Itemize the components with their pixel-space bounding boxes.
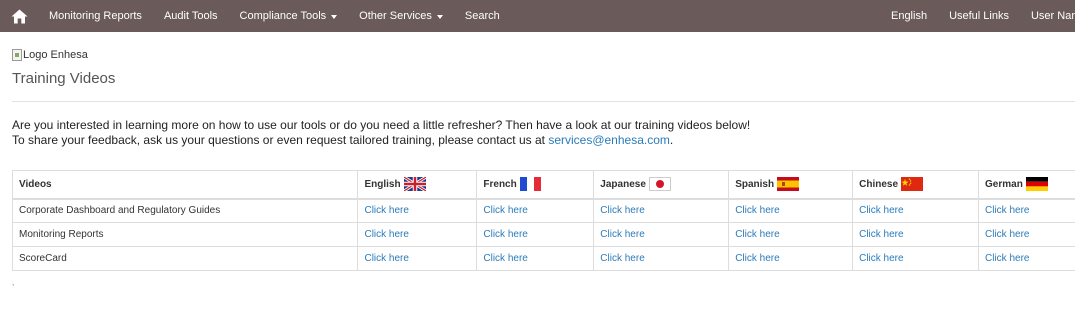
nav-right-group: English Useful Links User Nar xyxy=(880,0,1075,32)
click-here-link-german[interactable]: Click here xyxy=(985,205,1029,216)
nav-other-services-label: Other Services xyxy=(359,10,432,22)
header-chinese: Chinese xyxy=(852,170,980,200)
click-here-link-german[interactable]: Click here xyxy=(985,229,1029,240)
intro-line-2-suffix: . xyxy=(669,133,674,147)
intro-line-2: To share your feedback, ask us your ques… xyxy=(12,133,750,148)
intro-line-2-prefix: To share your feedback, ask us your ques… xyxy=(12,133,549,147)
table-row: Monitoring Reports Click here Click here… xyxy=(11,222,1075,247)
caret-down-icon xyxy=(436,15,443,19)
nav-audit-tools-label: Audit Tools xyxy=(163,10,218,22)
link-cell-spanish: Click here xyxy=(728,198,854,223)
video-name-cell: ScoreCard xyxy=(11,246,359,271)
nav-language[interactable]: English xyxy=(880,0,938,32)
link-cell-french: Click here xyxy=(476,246,595,271)
link-cell-french: Click here xyxy=(476,222,595,247)
nav-user-name[interactable]: User Nar xyxy=(1020,0,1075,32)
japan-flag-icon xyxy=(648,177,671,192)
click-here-link-spanish[interactable]: Click here xyxy=(735,253,779,264)
click-here-link-chinese[interactable]: Click here xyxy=(859,229,903,240)
header-videos: Videos xyxy=(11,170,359,200)
header-german: German xyxy=(978,170,1075,200)
link-cell-french: Click here xyxy=(476,198,595,223)
logo-alt-text: Logo Enhesa xyxy=(23,49,88,61)
nav-search-label: Search xyxy=(464,10,500,22)
table-header-row: Videos English French Japanese Spanish C… xyxy=(11,170,1075,200)
stray-mark: , xyxy=(12,278,15,287)
home-button[interactable] xyxy=(0,0,38,32)
click-here-link-english[interactable]: Click here xyxy=(364,229,408,240)
header-french: French xyxy=(476,170,595,200)
broken-image-icon xyxy=(12,49,22,61)
link-cell-spanish: Click here xyxy=(728,246,854,271)
click-here-link-english[interactable]: Click here xyxy=(364,205,408,216)
title-divider xyxy=(12,101,1075,102)
intro-text: Are you interested in learning more on h… xyxy=(12,118,750,148)
link-cell-chinese: Click here xyxy=(852,246,980,271)
germany-flag-icon xyxy=(1025,177,1048,192)
video-name-cell: Monitoring Reports xyxy=(11,222,359,247)
caret-down-icon xyxy=(331,15,338,19)
click-here-link-french[interactable]: Click here xyxy=(483,229,527,240)
nav-search[interactable]: Search xyxy=(454,0,511,32)
nav-other-services-dropdown[interactable]: Other Services xyxy=(348,0,454,32)
click-here-link-japanese[interactable]: Click here xyxy=(600,253,644,264)
click-here-link-spanish[interactable]: Click here xyxy=(735,229,779,240)
nav-audit-tools[interactable]: Audit Tools xyxy=(153,0,229,32)
link-cell-chinese: Click here xyxy=(852,222,980,247)
contact-email-link[interactable]: services@enhesa.com xyxy=(548,133,670,147)
header-japanese-label: Japanese xyxy=(600,178,646,190)
header-english: English xyxy=(357,170,478,200)
link-cell-english: Click here xyxy=(357,246,478,271)
header-videos-label: Videos xyxy=(19,178,52,190)
header-chinese-label: Chinese xyxy=(859,178,899,190)
click-here-link-japanese[interactable]: Click here xyxy=(600,205,644,216)
header-spanish-label: Spanish xyxy=(735,178,775,190)
click-here-link-french[interactable]: Click here xyxy=(483,205,527,216)
click-here-link-french[interactable]: Click here xyxy=(483,253,527,264)
training-videos-table-wrap: Videos English French Japanese Spanish C… xyxy=(11,170,1075,271)
click-here-link-chinese[interactable]: Click here xyxy=(859,205,903,216)
china-flag-icon xyxy=(901,177,924,192)
link-cell-german: Click here xyxy=(978,222,1075,247)
link-cell-german: Click here xyxy=(978,246,1075,271)
nav-compliance-tools-label: Compliance Tools xyxy=(239,10,327,22)
top-navbar: Monitoring Reports Audit Tools Complianc… xyxy=(0,0,1075,32)
nav-useful-links-label: Useful Links xyxy=(949,10,1009,22)
nav-monitoring-reports-label: Monitoring Reports xyxy=(49,10,142,22)
table-row: Corporate Dashboard and Regulatory Guide… xyxy=(11,198,1075,223)
link-cell-german: Click here xyxy=(978,198,1075,223)
logo-image: Logo Enhesa xyxy=(12,49,88,61)
click-here-link-german[interactable]: Click here xyxy=(985,253,1029,264)
link-cell-english: Click here xyxy=(357,222,478,247)
header-english-label: English xyxy=(364,178,401,190)
link-cell-japanese: Click here xyxy=(593,198,730,223)
nav-useful-links[interactable]: Useful Links xyxy=(938,0,1020,32)
table-row: ScoreCard Click here Click here Click he… xyxy=(11,246,1075,271)
link-cell-spanish: Click here xyxy=(728,222,854,247)
header-french-label: French xyxy=(483,178,517,190)
spain-flag-icon xyxy=(777,177,800,192)
nav-monitoring-reports[interactable]: Monitoring Reports xyxy=(38,0,153,32)
header-japanese: Japanese xyxy=(593,170,730,200)
france-flag-icon xyxy=(519,177,541,192)
click-here-link-spanish[interactable]: Click here xyxy=(735,205,779,216)
nav-user-name-label: User Nar xyxy=(1030,10,1075,22)
click-here-link-japanese[interactable]: Click here xyxy=(600,229,644,240)
nav-language-label: English xyxy=(890,10,928,22)
intro-line-1: Are you interested in learning more on h… xyxy=(12,118,751,132)
page-title: Training Videos xyxy=(12,70,116,87)
nav-compliance-tools-dropdown[interactable]: Compliance Tools xyxy=(229,0,349,32)
header-german-label: German xyxy=(985,178,1023,190)
uk-flag-icon xyxy=(403,177,426,192)
home-icon xyxy=(11,9,27,23)
link-cell-chinese: Click here xyxy=(852,198,980,223)
click-here-link-chinese[interactable]: Click here xyxy=(859,253,903,264)
header-spanish: Spanish xyxy=(728,170,854,200)
click-here-link-english[interactable]: Click here xyxy=(364,253,408,264)
training-videos-table: Videos English French Japanese Spanish C… xyxy=(11,170,1075,271)
link-cell-english: Click here xyxy=(357,198,478,223)
link-cell-japanese: Click here xyxy=(593,222,730,247)
video-name-cell: Corporate Dashboard and Regulatory Guide… xyxy=(11,198,359,223)
link-cell-japanese: Click here xyxy=(593,246,730,271)
